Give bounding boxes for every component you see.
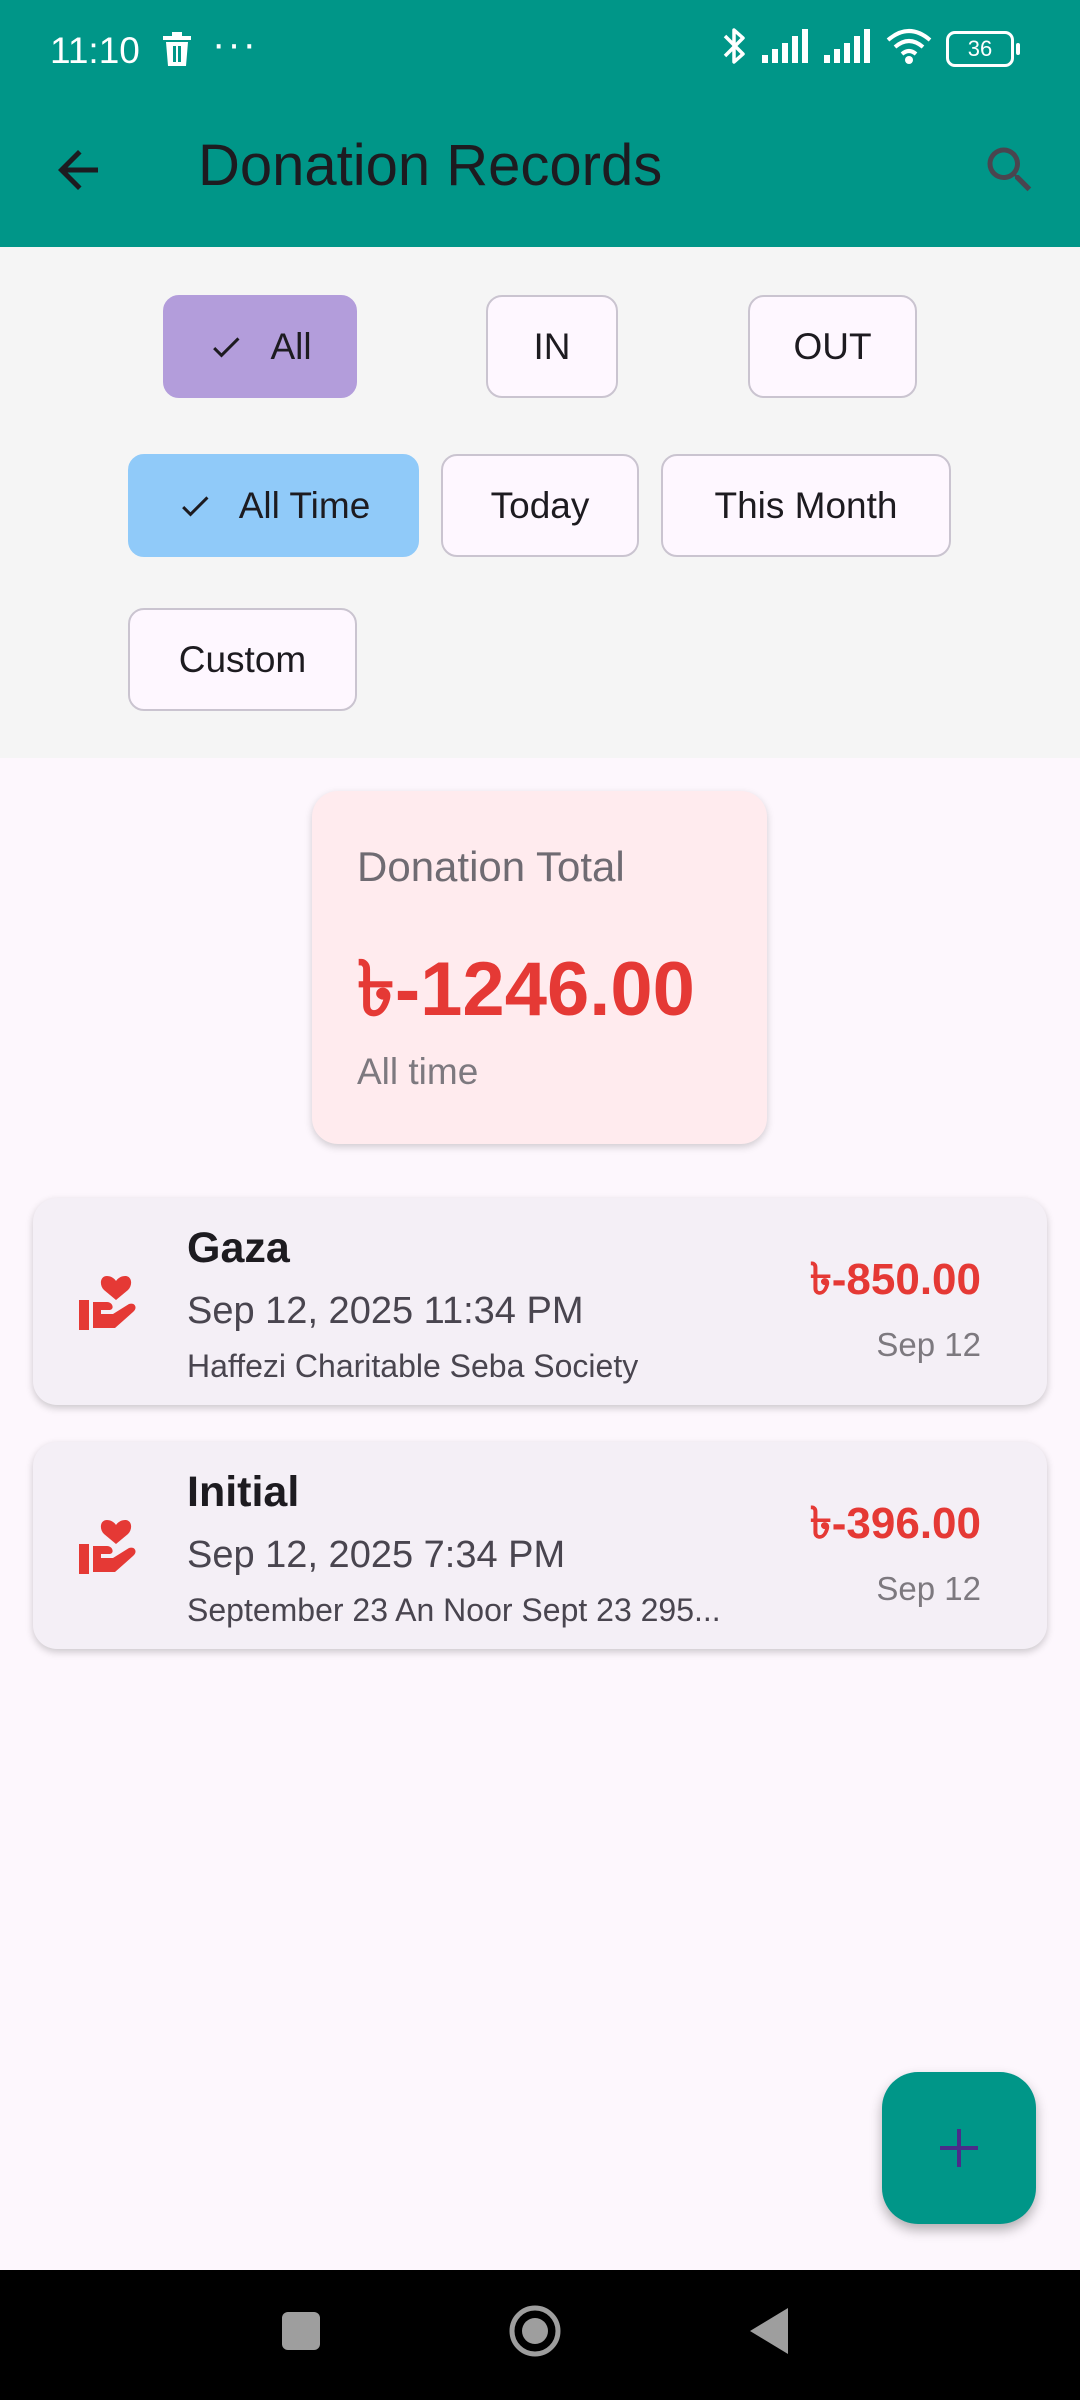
page-title: Donation Records (198, 133, 663, 198)
system-nav-bar (0, 2270, 1080, 2400)
search-icon (987, 147, 1032, 192)
total-period: All time (357, 1051, 479, 1092)
filter-panel: All IN OUT All Time Today This Month Cus… (0, 247, 1080, 758)
chip-label: Custom (178, 638, 307, 680)
more-notifications-icon: ··· (212, 22, 258, 66)
status-icons: 36 (722, 26, 1020, 71)
wifi-icon (886, 28, 932, 69)
status-time: 11:10 (50, 30, 140, 71)
total-label: Donation Total (357, 843, 625, 890)
filter-chip-today[interactable]: Today (441, 454, 639, 557)
volunteer-activism-icon (77, 1516, 139, 1578)
chip-label: IN (533, 325, 571, 367)
record-organization: Haffezi Charitable Seba Society (187, 1348, 639, 1384)
back-button[interactable] (48, 140, 108, 200)
app-bar: 11:10 ··· 36 Donation Records (0, 0, 1080, 247)
filter-chip-all[interactable]: All (163, 295, 357, 398)
check-icon (208, 329, 244, 365)
chip-label: All (270, 325, 312, 367)
nav-back-button[interactable] (748, 2306, 790, 2356)
record-date: Sep 12 (876, 1570, 981, 1607)
list-item[interactable]: Gaza Sep 12, 2025 11:34 PM Haffezi Chari… (33, 1198, 1047, 1405)
volunteer-activism-icon (77, 1272, 139, 1334)
chip-label: OUT (793, 325, 872, 367)
record-organization: September 23 An Noor Sept 23 295... (187, 1592, 721, 1628)
trash-icon (163, 32, 191, 73)
check-icon (177, 488, 213, 524)
total-amount: ৳-1246.00 (357, 947, 695, 1032)
chip-label: Today (490, 484, 590, 526)
record-name: Gaza (187, 1224, 290, 1272)
add-record-button[interactable] (882, 2072, 1036, 2224)
search-button[interactable] (980, 140, 1040, 200)
record-name: Initial (187, 1468, 300, 1516)
battery-icon: 36 (946, 30, 1020, 67)
signal-icon (762, 29, 810, 68)
home-button[interactable] (508, 2304, 562, 2358)
filter-chip-custom[interactable]: Custom (128, 608, 357, 711)
filter-chip-this-month[interactable]: This Month (661, 454, 951, 557)
record-amount: ৳-850.00 (809, 1255, 981, 1304)
record-date: Sep 12 (876, 1326, 981, 1363)
bluetooth-icon (722, 26, 748, 71)
filter-chip-all-time[interactable]: All Time (128, 454, 419, 557)
record-datetime: Sep 12, 2025 11:34 PM (187, 1290, 584, 1332)
signal-icon-2 (824, 29, 872, 68)
recents-button[interactable] (282, 2312, 320, 2350)
filter-chip-out[interactable]: OUT (748, 295, 917, 398)
filter-chip-in[interactable]: IN (486, 295, 618, 398)
arrow-back-icon (58, 150, 98, 190)
record-amount: ৳-396.00 (809, 1499, 981, 1548)
chip-label: This Month (714, 484, 898, 526)
donation-total-card: Donation Total ৳-1246.00 All time (312, 791, 767, 1144)
record-datetime: Sep 12, 2025 7:34 PM (187, 1534, 566, 1576)
chip-label: All Time (238, 484, 371, 526)
list-item[interactable]: Initial Sep 12, 2025 7:34 PM September 2… (33, 1442, 1047, 1649)
add-icon (940, 2129, 978, 2167)
